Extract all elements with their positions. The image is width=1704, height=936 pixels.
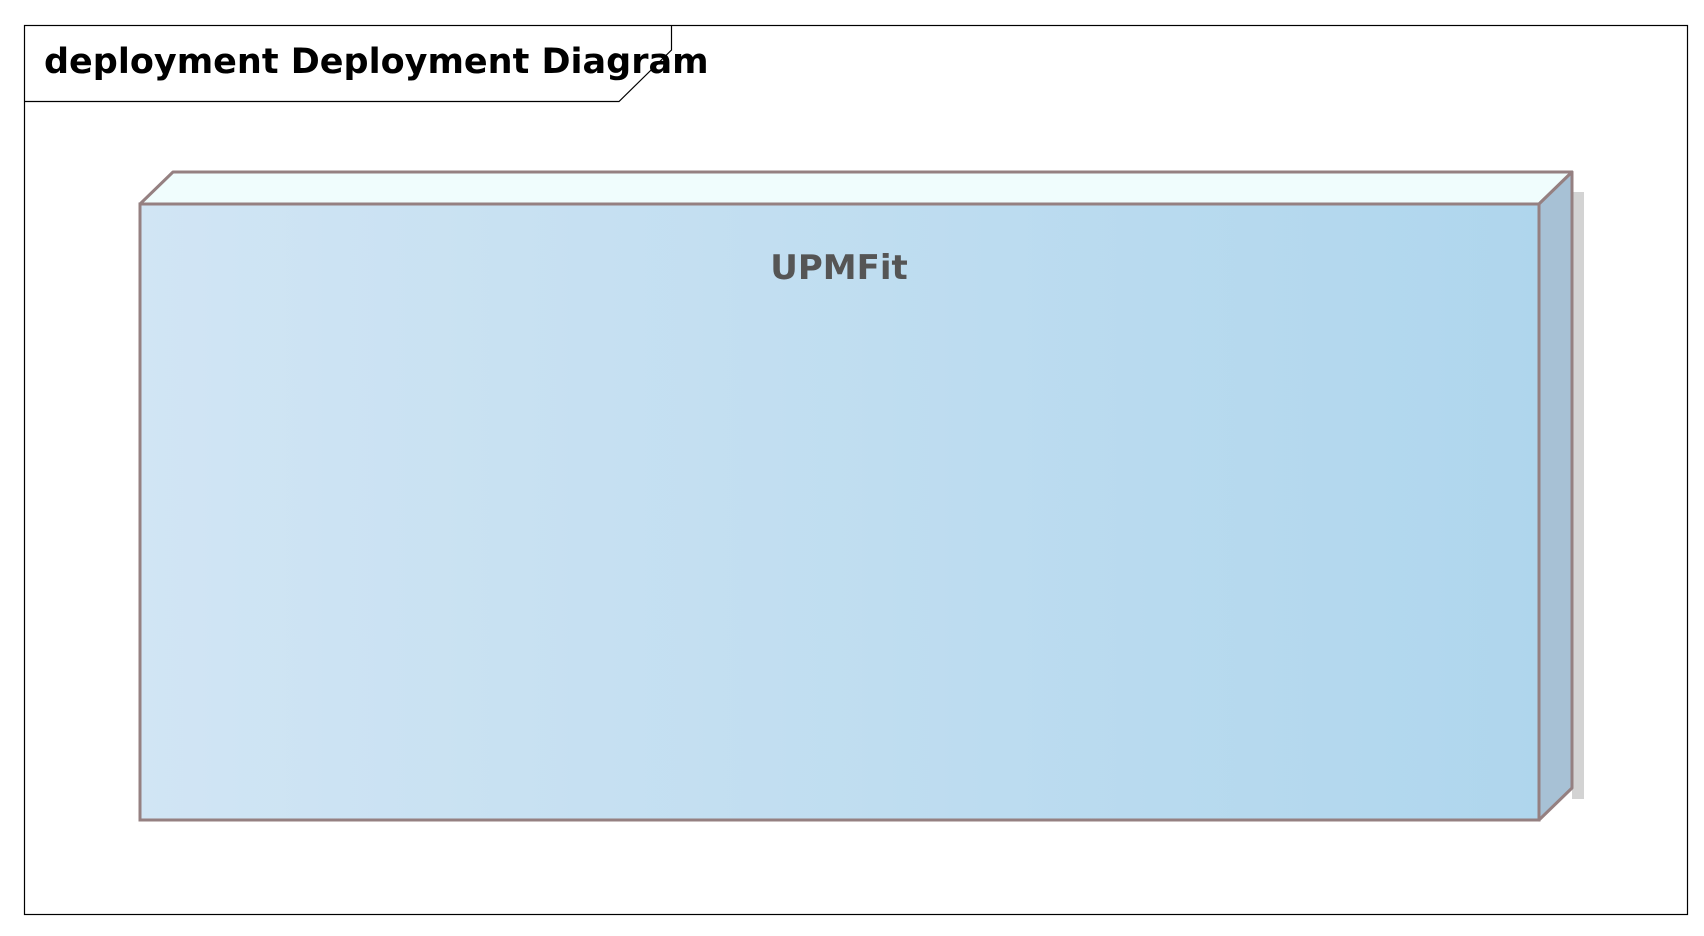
node-upmfit[interactable]: UPMFit — [138, 170, 1584, 822]
node-side-face — [1537, 170, 1574, 822]
node-name: UPMFit — [770, 248, 908, 288]
node-shadow — [1572, 192, 1584, 799]
deployment-diagram-canvas: deployment Deployment Diagram UPMFit — [23, 24, 1689, 916]
node-front-face — [138, 202, 1541, 822]
node-top-face — [138, 170, 1574, 206]
frame-title: deployment Deployment Diagram — [44, 42, 709, 82]
